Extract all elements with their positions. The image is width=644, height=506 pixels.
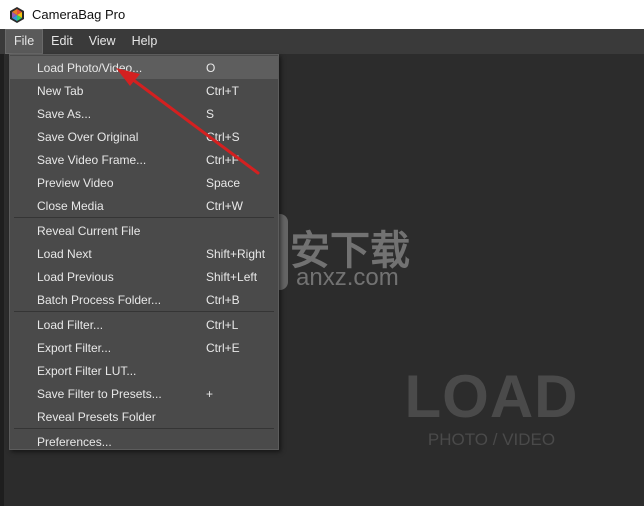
menu-item-export-filter[interactable]: Export Filter... Ctrl+E (10, 336, 278, 359)
load-title: LOAD (404, 363, 579, 430)
menu-item-batch-process-folder[interactable]: Batch Process Folder... Ctrl+B (10, 288, 278, 311)
menu-bar: File Edit View Help (0, 29, 644, 54)
menu-item-close-media[interactable]: Close Media Ctrl+W (10, 194, 278, 217)
camerabag-app-icon (10, 6, 24, 23)
menu-view[interactable]: View (81, 29, 124, 54)
menu-separator (14, 428, 274, 429)
menu-edit[interactable]: Edit (43, 29, 81, 54)
window-title: CameraBag Pro (32, 7, 126, 22)
title-bar: CameraBag Pro (0, 0, 644, 29)
load-subtitle: PHOTO / VIDEO (427, 430, 556, 449)
file-menu-dropdown: Load Photo/Video... O New Tab Ctrl+T Sav… (9, 54, 279, 450)
menu-item-load-photo-video[interactable]: Load Photo/Video... O (10, 56, 278, 79)
left-panel-edge (0, 54, 4, 506)
menu-item-load-filter[interactable]: Load Filter... Ctrl+L (10, 313, 278, 336)
menu-separator (14, 217, 274, 218)
menu-item-export-filter-lut[interactable]: Export Filter LUT... (10, 359, 278, 382)
menu-item-reveal-current-file[interactable]: Reveal Current File (10, 219, 278, 242)
menu-item-preferences[interactable]: Preferences... (10, 430, 278, 453)
menu-item-save-over-original[interactable]: Save Over Original Ctrl+S (10, 125, 278, 148)
menu-item-load-next[interactable]: Load Next Shift+Right (10, 242, 278, 265)
menu-item-save-as[interactable]: Save As... S (10, 102, 278, 125)
menu-item-save-video-frame[interactable]: Save Video Frame... Ctrl+F (10, 148, 278, 171)
menu-help[interactable]: Help (124, 29, 166, 54)
menu-item-load-previous[interactable]: Load Previous Shift+Left (10, 265, 278, 288)
watermark-en-text: anxz.com (296, 264, 399, 291)
menu-item-new-tab[interactable]: New Tab Ctrl+T (10, 79, 278, 102)
menu-separator (14, 311, 274, 312)
menu-item-save-filter-to-presets[interactable]: Save Filter to Presets... + (10, 382, 278, 405)
menu-file[interactable]: File (5, 29, 44, 54)
menu-item-reveal-presets-folder[interactable]: Reveal Presets Folder (10, 405, 278, 428)
menu-item-preview-video[interactable]: Preview Video Space (10, 171, 278, 194)
load-placeholder[interactable]: LOAD PHOTO / VIDEO (404, 364, 579, 450)
